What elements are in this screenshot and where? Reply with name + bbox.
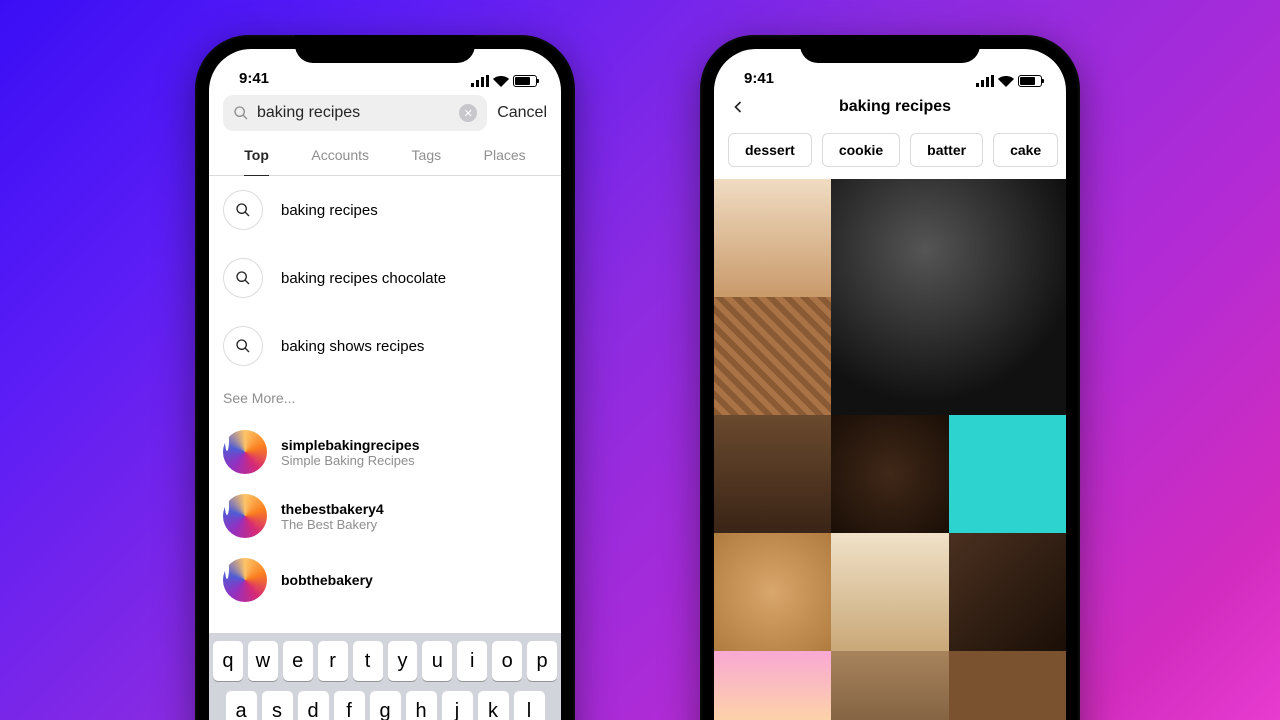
suggestion-list: baking recipes baking recipes chocolate ba… [209,176,561,380]
status-icons [976,75,1042,87]
account-username: simplebakingrecipes [281,437,420,453]
key-f[interactable]: f [334,691,365,720]
suggestion-text: baking recipes [281,202,378,219]
account-username: thebestbakery4 [281,501,384,517]
key-o[interactable]: o [492,641,522,681]
key-y[interactable]: y [388,641,418,681]
avatar [223,430,267,474]
key-a[interactable]: a [226,691,257,720]
search-icon [233,105,249,121]
see-more-link[interactable]: See More... [209,380,561,420]
suggestion-text: baking shows recipes [281,338,424,355]
grid-tile[interactable] [714,533,831,651]
grid-tile[interactable] [831,179,1066,415]
avatar [223,558,267,602]
back-icon[interactable] [728,97,748,117]
grid-tile[interactable] [714,297,831,415]
status-icons [471,75,537,87]
grid-tile[interactable] [714,415,831,533]
notch [295,35,475,63]
signal-icon [976,75,994,87]
filter-chip-cookie[interactable]: cookie [822,133,900,167]
grid-tile[interactable] [949,533,1066,651]
key-u[interactable]: u [422,641,452,681]
phone-mockup-results: 9:41 baking recipes dessert cookie batterc… [700,35,1080,720]
key-q[interactable]: q [213,641,243,681]
key-w[interactable]: w [248,641,278,681]
clear-icon[interactable]: ✕ [459,104,477,122]
wifi-icon [998,75,1014,87]
search-icon [223,258,263,298]
grid-tile[interactable] [714,651,831,720]
notch [800,35,980,63]
suggestion-item[interactable]: baking recipes chocolate [209,244,561,312]
tab-tags[interactable]: Tags [412,147,442,175]
key-h[interactable]: h [406,691,437,720]
key-r[interactable]: r [318,641,348,681]
status-time: 9:41 [239,70,269,87]
filter-chip-batter[interactable]: batter [910,133,983,167]
signal-icon [471,75,489,87]
key-p[interactable]: p [527,641,557,681]
avatar [223,494,267,538]
battery-icon [513,75,537,87]
search-row: baking recipes ✕ Cancel [209,89,561,137]
results-header: baking recipes [714,89,1066,125]
cancel-button[interactable]: Cancel [497,104,547,122]
account-item[interactable]: thebestbakery4The Best Bakery [209,484,561,548]
key-e[interactable]: e [283,641,313,681]
filter-chip-dessert[interactable]: dessert [728,133,812,167]
account-desc: The Best Bakery [281,517,384,532]
key-g[interactable]: g [370,691,401,720]
battery-icon [1018,75,1042,87]
tab-top[interactable]: Top [244,147,269,176]
grid-tile[interactable] [714,179,831,297]
search-value: baking recipes [257,104,451,122]
key-j[interactable]: j [442,691,473,720]
tab-accounts[interactable]: Accounts [311,147,369,175]
keyboard[interactable]: qwertyuiopasdfghjkl⇧zxcvbnm⌫ [209,633,561,720]
grid-tile[interactable] [831,415,948,533]
account-desc: Simple Baking Recipes [281,453,420,468]
search-icon [223,326,263,366]
key-s[interactable]: s [262,691,293,720]
filter-chip-cake[interactable]: cake [993,133,1058,167]
account-username: bobthebakery [281,572,373,588]
account-item[interactable]: bobthebakery [209,548,561,612]
suggestion-item[interactable]: baking shows recipes [209,312,561,380]
key-t[interactable]: t [353,641,383,681]
page-title: baking recipes [758,98,1052,116]
account-item[interactable]: simplebakingrecipesSimple Baking Recipes [209,420,561,484]
grid-tile[interactable] [949,415,1066,533]
grid-tile[interactable] [831,651,948,720]
search-input[interactable]: baking recipes ✕ [223,95,487,131]
key-k[interactable]: k [478,691,509,720]
screen: 9:41 baking recipes ✕ Cancel Top Accounts… [209,49,561,720]
key-l[interactable]: l [514,691,545,720]
tab-places[interactable]: Places [484,147,526,175]
search-icon [223,190,263,230]
grid-tile[interactable] [949,651,1066,720]
key-d[interactable]: d [298,691,329,720]
screen: 9:41 baking recipes dessert cookie batterc… [714,49,1066,720]
wifi-icon [493,75,509,87]
suggestion-text: baking recipes chocolate [281,270,446,287]
suggestion-item[interactable]: baking recipes [209,176,561,244]
status-time: 9:41 [744,70,774,87]
key-i[interactable]: i [457,641,487,681]
grid-tile[interactable] [831,533,948,651]
image-grid [714,179,1066,720]
filter-chips: dessert cookie batter cake [714,125,1066,179]
search-tabs: Top Accounts Tags Places [209,137,561,176]
account-list: simplebakingrecipesSimple Baking Recipes… [209,420,561,612]
phone-mockup-search: 9:41 baking recipes ✕ Cancel Top Accounts… [195,35,575,720]
